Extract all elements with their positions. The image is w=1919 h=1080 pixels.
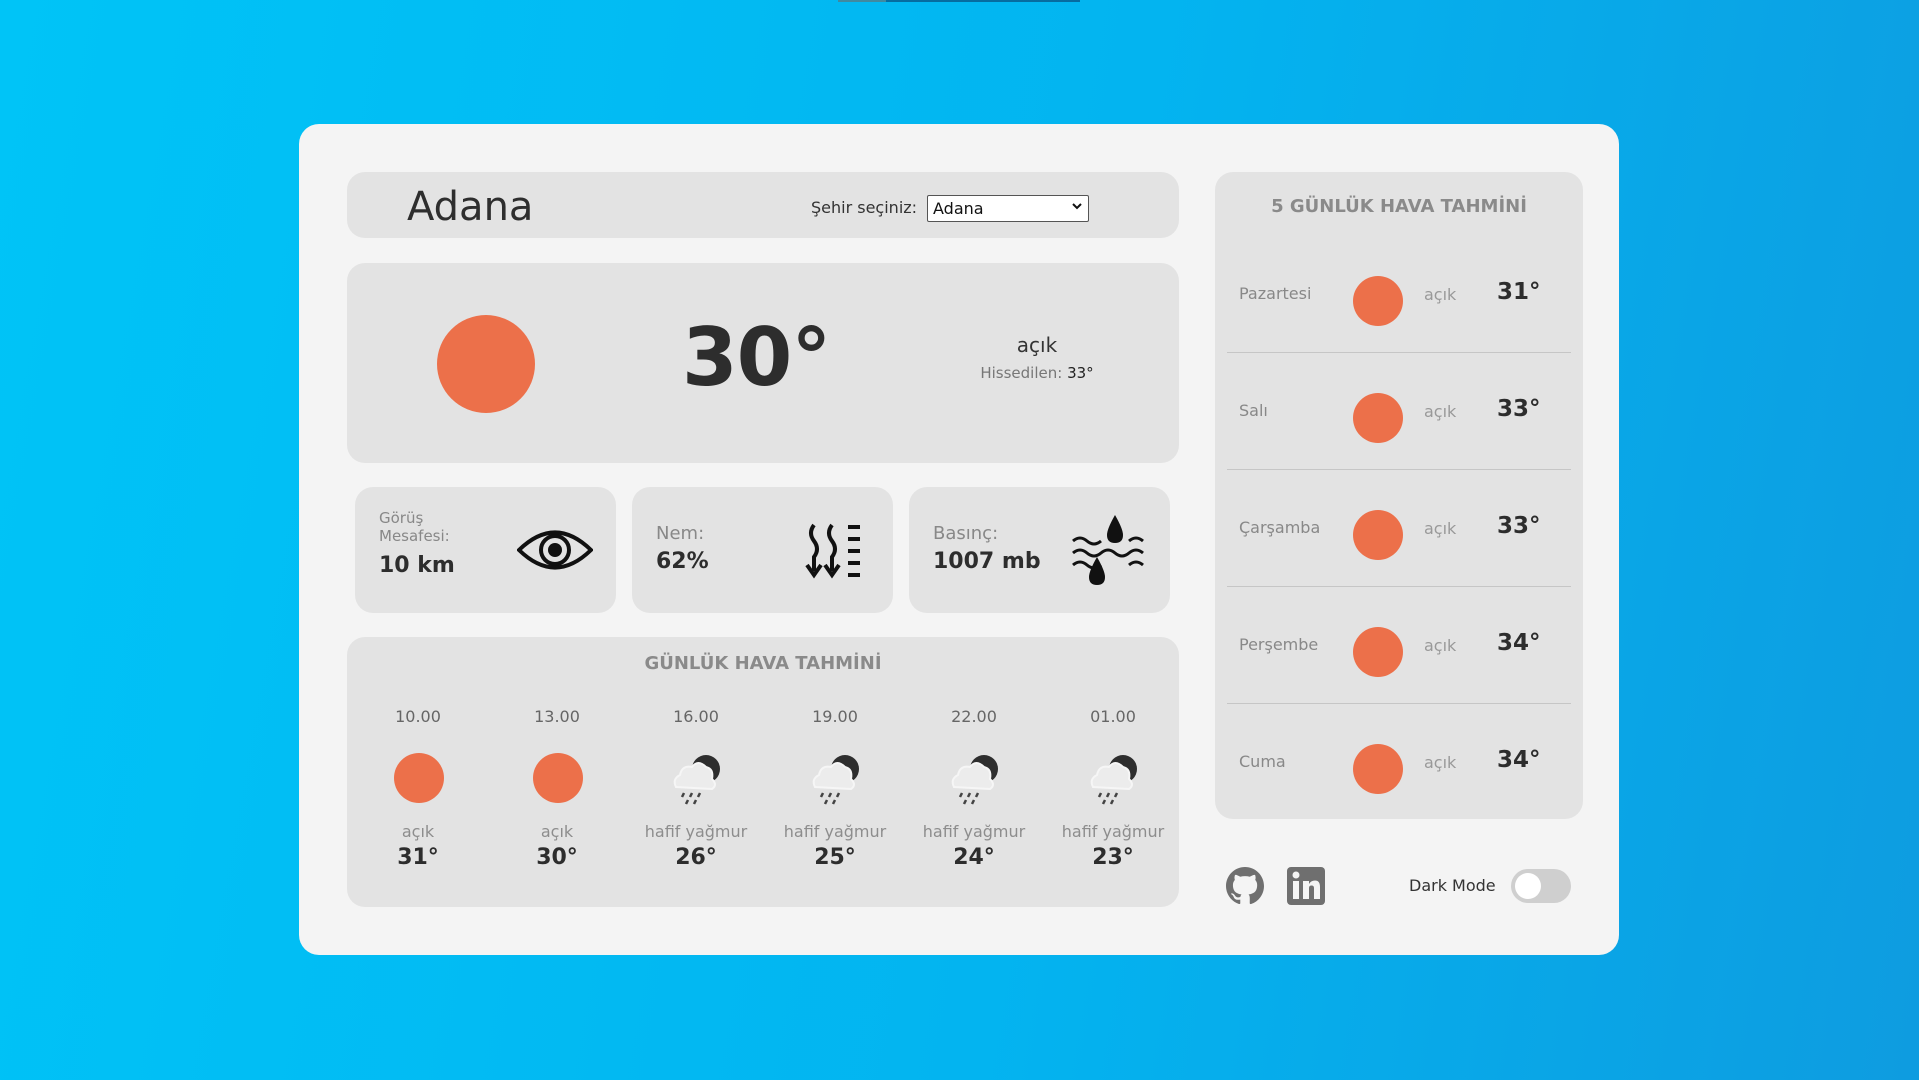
hour-description: hafif yağmur	[922, 822, 1026, 841]
github-icon[interactable]	[1226, 867, 1264, 905]
feels-like-label: Hissedilen:	[980, 364, 1063, 382]
sun-icon	[1353, 744, 1403, 794]
hour-temperature: 26°	[675, 845, 717, 870]
current-weather: 30° açık Hissedilen: 33°	[347, 263, 1179, 463]
forecast-temperature: 34°	[1497, 630, 1541, 656]
sun-icon	[1353, 393, 1403, 443]
city-header: Adana Şehir seçiniz: Adana	[347, 172, 1179, 238]
forecast-temperature: 33°	[1497, 513, 1541, 539]
forecast-row: Çarşamba açık 33°	[1227, 470, 1571, 587]
dark-mode-toggle[interactable]	[1511, 869, 1571, 903]
forecast-description: açık	[1424, 753, 1457, 772]
feels-like-value: 33°	[1067, 364, 1094, 382]
current-description: açık	[1016, 333, 1058, 357]
hour-item: 22.00 hafif yağmur 24°	[914, 707, 1034, 897]
forecast-row: Pazartesi açık 31°	[1227, 236, 1571, 353]
rain-cloud-icon	[812, 755, 859, 805]
forecast-description: açık	[1424, 285, 1457, 304]
five-day-forecast-title: 5 GÜNLÜK HAVA TAHMİNİ	[1271, 196, 1527, 217]
forecast-day: Salı	[1239, 401, 1268, 420]
visibility-value: 10 km	[379, 553, 455, 578]
hour-item: 13.00 açık 30°	[497, 707, 617, 897]
city-select-label: Şehir seçiniz:	[811, 198, 918, 217]
forecast-day: Cuma	[1239, 752, 1286, 771]
humidity-label: Nem:	[656, 523, 705, 544]
hour-time: 19.00	[812, 707, 858, 726]
forecast-row: Cuma açık 34°	[1227, 704, 1571, 821]
visibility-label: Görüş Mesafesi:	[379, 509, 450, 545]
chevron-down-icon	[1072, 203, 1082, 210]
hour-temperature: 24°	[953, 845, 995, 870]
hour-description: açık	[401, 822, 435, 841]
pressure-box: Basınç: 1007 mb	[909, 487, 1170, 613]
hour-item: 19.00 hafif yağmur 25°	[775, 707, 895, 897]
hour-time: 22.00	[951, 707, 997, 726]
rain-cloud-icon	[1090, 755, 1137, 805]
hour-temperature: 31°	[397, 845, 439, 870]
hour-item: 01.00 hafif yağmur 23°	[1053, 707, 1173, 897]
hour-temperature: 30°	[536, 845, 578, 870]
toggle-knob	[1515, 873, 1541, 899]
forecast-description: açık	[1424, 402, 1457, 421]
hour-temperature: 23°	[1092, 845, 1134, 870]
forecast-row: Perşembe açık 34°	[1227, 587, 1571, 704]
weather-card: Adana Şehir seçiniz: Adana 30° açık Hiss…	[299, 124, 1619, 955]
rain-cloud-icon	[951, 755, 998, 805]
city-select[interactable]: Adana	[927, 195, 1089, 222]
city-name: Adana	[407, 184, 534, 230]
forecast-row: Salı açık 33°	[1227, 353, 1571, 470]
hour-time: 13.00	[534, 707, 580, 726]
five-day-forecast: 5 GÜNLÜK HAVA TAHMİNİ Pazartesi açık 31°…	[1215, 172, 1583, 819]
sun-icon	[394, 753, 444, 803]
humidity-box: Nem: 62%	[632, 487, 893, 613]
hourly-forecast: GÜNLÜK HAVA TAHMİNİ 10.00 açık 31° 13.00…	[347, 637, 1179, 907]
pressure-value: 1007 mb	[933, 549, 1041, 574]
hour-time: 16.00	[673, 707, 719, 726]
top-scroll-indicator	[838, 0, 1080, 2]
hour-temperature: 25°	[814, 845, 856, 870]
forecast-temperature: 33°	[1497, 396, 1541, 422]
rain-cloud-icon	[673, 755, 720, 805]
current-temperature: 30°	[682, 311, 831, 404]
linkedin-icon[interactable]	[1287, 867, 1325, 905]
sun-icon	[1353, 510, 1403, 560]
hour-item: 10.00 açık 31°	[358, 707, 478, 897]
humidity-icon	[805, 523, 860, 579]
humidity-value: 62%	[656, 549, 709, 574]
visibility-box: Görüş Mesafesi: 10 km	[355, 487, 616, 613]
hourly-forecast-title: GÜNLÜK HAVA TAHMİNİ	[644, 653, 882, 674]
pressure-icon	[1072, 515, 1144, 585]
dark-mode-label: Dark Mode	[1409, 876, 1496, 895]
eye-icon	[517, 530, 593, 570]
hour-description: hafif yağmur	[783, 822, 887, 841]
sun-icon	[1353, 627, 1403, 677]
sun-icon	[533, 753, 583, 803]
forecast-description: açık	[1424, 519, 1457, 538]
feels-like: Hissedilen: 33°	[957, 364, 1117, 382]
hour-description: hafif yağmur	[644, 822, 748, 841]
sun-icon	[1353, 276, 1403, 326]
hour-description: açık	[540, 822, 574, 841]
forecast-temperature: 34°	[1497, 747, 1541, 773]
city-select-value: Adana	[933, 199, 984, 218]
forecast-day: Çarşamba	[1239, 518, 1321, 537]
hour-description: hafif yağmur	[1061, 822, 1165, 841]
forecast-temperature: 31°	[1497, 279, 1541, 305]
forecast-day: Perşembe	[1239, 635, 1319, 654]
forecast-description: açık	[1424, 636, 1457, 655]
pressure-label: Basınç:	[933, 523, 999, 544]
sun-icon	[437, 315, 535, 413]
hour-time: 01.00	[1090, 707, 1136, 726]
hour-item: 16.00 hafif yağmur 26°	[636, 707, 756, 897]
hour-time: 10.00	[395, 707, 441, 726]
forecast-day: Pazartesi	[1239, 284, 1312, 303]
